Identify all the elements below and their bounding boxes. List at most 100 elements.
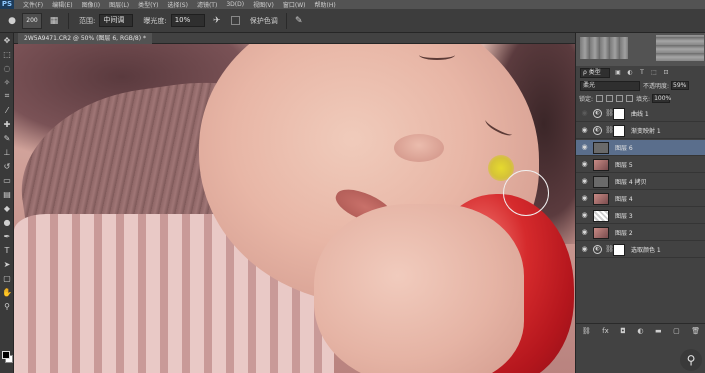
layer-name[interactable]: 图层 6 <box>615 143 633 152</box>
menu-window[interactable]: 窗口(W) <box>283 0 306 9</box>
visibility-eye-icon[interactable]: ◉ <box>580 126 589 135</box>
filter-smart-icon[interactable]: ⊡ <box>662 69 670 77</box>
range-select[interactable]: 中间调 <box>99 14 134 27</box>
menu-layer[interactable]: 图层(L) <box>109 0 129 9</box>
layer-row[interactable]: ◉ 图层 4 拷贝 <box>576 174 705 190</box>
blur-tool-icon[interactable]: ◆ <box>0 201 14 215</box>
move-tool-icon[interactable]: ✥ <box>0 33 14 47</box>
trash-icon[interactable]: 🗑 <box>691 327 700 335</box>
pen-tool-icon[interactable]: ✒ <box>0 229 14 243</box>
menu-file[interactable]: 文件(F) <box>23 0 43 9</box>
layer-name[interactable]: 图层 4 <box>615 194 633 203</box>
layer-name[interactable]: 渐变映射 1 <box>631 126 661 135</box>
layer-mask-thumbnail[interactable] <box>613 124 625 137</box>
link-icon[interactable]: ⛓ <box>582 327 591 335</box>
document-canvas[interactable] <box>14 44 575 373</box>
filter-pixel-icon[interactable]: ▣ <box>614 69 622 77</box>
layer-thumbnail[interactable] <box>593 141 609 154</box>
visibility-eye-icon[interactable]: ◉ <box>580 160 589 169</box>
menu-help[interactable]: 帮助(H) <box>315 0 336 9</box>
eyedropper-tool-icon[interactable]: ⁄ <box>0 103 14 117</box>
path-select-tool-icon[interactable]: ➤ <box>0 257 14 271</box>
mask-link-icon[interactable]: ⛓ <box>605 245 614 254</box>
visibility-eye-icon[interactable]: ◉ <box>580 109 589 118</box>
new-layer-icon[interactable]: ▢ <box>673 327 680 335</box>
quick-select-tool-icon[interactable]: ✧ <box>0 75 14 89</box>
pressure-icon[interactable]: ✎ <box>293 15 305 27</box>
hand-tool-icon[interactable]: ✋ <box>0 285 14 299</box>
layer-name[interactable]: 图层 2 <box>615 228 633 237</box>
layer-row[interactable]: ◉ 图层 2 <box>576 225 705 241</box>
menu-type[interactable]: 类型(Y) <box>138 0 158 9</box>
menu-filter[interactable]: 滤镜(T) <box>197 0 217 9</box>
mask-icon[interactable]: ◘ <box>620 327 626 335</box>
layer-thumbnail[interactable] <box>593 192 609 205</box>
zoom-tool-icon[interactable]: ⚲ <box>0 299 14 313</box>
menu-view[interactable]: 视图(V) <box>253 0 274 9</box>
adjustment-icon[interactable]: ◐ <box>637 327 643 335</box>
fill-input[interactable]: 100% <box>652 94 671 103</box>
layer-thumbnail[interactable] <box>593 226 609 239</box>
layer-row[interactable]: ◉ ◐ ⛓ 曲线 1 <box>576 106 705 122</box>
search-zoom-icon[interactable]: ⚲ <box>680 349 702 371</box>
type-tool-icon[interactable]: T <box>0 243 14 257</box>
filter-type-icon[interactable]: T <box>638 69 646 77</box>
lock-all-icon[interactable] <box>626 95 634 102</box>
airbrush-icon[interactable]: ✈ <box>211 15 223 27</box>
group-icon[interactable]: ▬ <box>655 327 662 335</box>
visibility-eye-icon[interactable]: ◉ <box>580 211 589 220</box>
layer-row[interactable]: ◉ 图层 3 <box>576 208 705 224</box>
lasso-tool-icon[interactable]: ◌ <box>0 61 14 75</box>
menu-3d[interactable]: 3D(D) <box>226 1 244 8</box>
layer-name[interactable]: 图层 4 拷贝 <box>615 177 647 186</box>
layer-name[interactable]: 曲线 1 <box>631 109 649 118</box>
fx-icon[interactable]: fx <box>602 327 609 335</box>
layer-row[interactable]: ◉ 图层 4 <box>576 191 705 207</box>
menu-edit[interactable]: 编辑(E) <box>52 0 72 9</box>
marquee-tool-icon[interactable]: ⬚ <box>0 47 14 61</box>
document-tab[interactable]: 2W5A9471.CR2 @ 50% (图层 6, RGB/8) * <box>18 33 152 44</box>
layer-row[interactable]: ◉ ◐ ⛓ 渐变映射 1 <box>576 123 705 139</box>
layer-row[interactable]: ◉ 图层 5 <box>576 157 705 173</box>
brush-panel-icon[interactable]: ▦ <box>48 15 60 27</box>
visibility-eye-icon[interactable]: ◉ <box>580 245 589 254</box>
eraser-tool-icon[interactable]: ▭ <box>0 173 14 187</box>
layer-mask-thumbnail[interactable] <box>613 107 625 120</box>
foreground-color-swatch[interactable] <box>2 351 10 359</box>
opacity-input[interactable]: 59% <box>671 81 690 90</box>
layer-thumbnail[interactable] <box>593 209 609 222</box>
visibility-eye-icon[interactable]: ◉ <box>580 143 589 152</box>
healing-tool-icon[interactable]: ✚ <box>0 117 14 131</box>
lock-position-icon[interactable] <box>616 95 624 102</box>
brush-tool-icon[interactable]: ✎ <box>0 131 14 145</box>
protect-tones-checkbox[interactable] <box>230 16 240 25</box>
blend-mode-select[interactable]: 柔光 <box>580 80 640 91</box>
lock-pixels-icon[interactable] <box>596 95 604 102</box>
shape-tool-icon[interactable]: ▢ <box>0 271 14 285</box>
visibility-eye-icon[interactable]: ◉ <box>580 194 589 203</box>
menu-select[interactable]: 选择(S) <box>167 0 188 9</box>
layer-name[interactable]: 图层 3 <box>615 211 633 220</box>
visibility-eye-icon[interactable]: ◉ <box>580 177 589 186</box>
mask-link-icon[interactable]: ⛓ <box>605 126 614 135</box>
visibility-eye-icon[interactable]: ◉ <box>580 228 589 237</box>
tool-preset-icon[interactable]: ● <box>6 15 18 27</box>
filter-shape-icon[interactable]: ⬚ <box>650 69 658 77</box>
brush-size-picker[interactable]: 200 <box>22 12 42 29</box>
layer-thumbnail[interactable] <box>593 175 609 188</box>
layer-filter-select[interactable]: ρ 类型 <box>580 67 610 78</box>
mask-link-icon[interactable]: ⛓ <box>605 109 614 118</box>
layer-name[interactable]: 选取颜色 1 <box>631 245 661 254</box>
crop-tool-icon[interactable]: ⌗ <box>0 89 14 103</box>
gradient-tool-icon[interactable]: ▤ <box>0 187 14 201</box>
menu-image[interactable]: 图像(I) <box>82 0 100 9</box>
dodge-tool-icon[interactable]: ● <box>0 215 14 229</box>
layer-row[interactable]: ◉ 图层 6 <box>576 140 705 156</box>
lock-paint-icon[interactable] <box>606 95 614 102</box>
history-brush-icon[interactable]: ↺ <box>0 159 14 173</box>
filter-adjustment-icon[interactable]: ◐ <box>626 69 634 77</box>
layer-mask-thumbnail[interactable] <box>613 243 625 256</box>
layer-row[interactable]: ◉ ◐ ⛓ 选取颜色 1 <box>576 242 705 258</box>
layer-thumbnail[interactable] <box>593 158 609 171</box>
layer-name[interactable]: 图层 5 <box>615 160 633 169</box>
